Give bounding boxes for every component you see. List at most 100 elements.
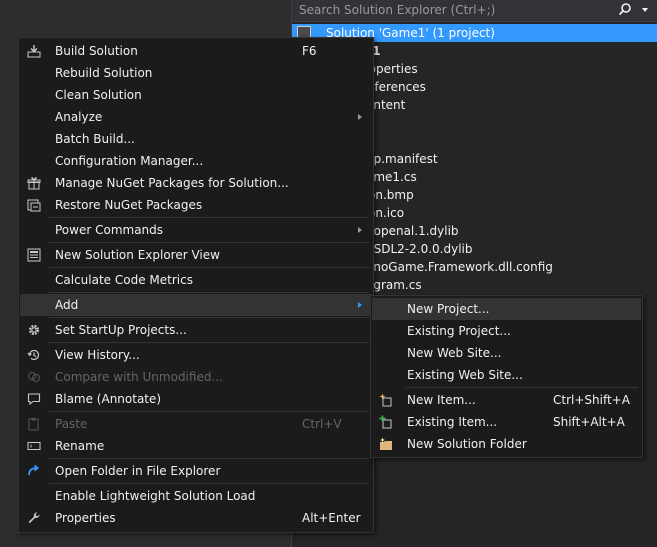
menu-item-label: Paste	[55, 417, 88, 431]
menu-item-label: New Project...	[407, 302, 490, 316]
menu-item-label: Analyze	[55, 110, 103, 124]
paste-icon	[28, 418, 39, 431]
menu-item-new-web-site[interactable]: New Web Site...	[372, 342, 641, 364]
menu-separator	[405, 387, 638, 388]
menu-item-existing-web-site[interactable]: Existing Web Site...	[372, 364, 641, 386]
submenu-arrow-icon	[358, 114, 362, 120]
menu-item-label: Set StartUp Projects...	[55, 323, 187, 337]
menu-item-lightweight-load[interactable]: Enable Lightweight Solution Load	[20, 485, 372, 507]
search-input[interactable]: Search Solution Explorer (Ctrl+;)	[299, 3, 495, 17]
menu-item-blame[interactable]: Blame (Annotate)	[20, 388, 372, 410]
menu-item-new-item[interactable]: New Item... Ctrl+Shift+A	[372, 389, 641, 411]
menu-item-build-solution[interactable]: Build Solution F6	[20, 40, 372, 62]
menu-item-label: Existing Web Site...	[407, 368, 523, 382]
menu-item-shortcut: Alt+Enter	[302, 511, 361, 525]
menu-item-view-history[interactable]: View History...	[20, 344, 372, 366]
menu-separator	[49, 267, 369, 268]
add-submenu: New Project... Existing Project... New W…	[370, 295, 643, 458]
menu-item-label: View History...	[55, 348, 140, 362]
menu-item-label: Existing Item...	[407, 415, 498, 429]
menu-item-batch-build[interactable]: Batch Build...	[20, 128, 372, 150]
menu-item-label: Manage NuGet Packages for Solution...	[55, 176, 289, 190]
menu-item-set-startup-projects[interactable]: Set StartUp Projects...	[20, 319, 372, 341]
tree-item-label: ogram.cs	[366, 278, 422, 292]
menu-item-calculate-code-metrics[interactable]: Calculate Code Metrics	[20, 269, 372, 291]
menu-item-label: Build Solution	[55, 44, 138, 58]
menu-item-label: Blame (Annotate)	[55, 392, 162, 406]
new-item-icon	[379, 393, 392, 407]
submenu-arrow-icon	[358, 227, 362, 233]
menu-separator	[49, 342, 369, 343]
restore-packages-icon	[27, 199, 41, 212]
tree-item-label: on.bmp	[368, 188, 414, 202]
menu-item-label: Add	[55, 298, 79, 312]
tree-item-label: bopenal.1.dylib	[366, 224, 459, 238]
solution-context-menu: Build Solution F6 Rebuild Solution Clean…	[18, 37, 374, 533]
menu-item-add[interactable]: Add	[20, 294, 372, 316]
menu-item-label: Compare with Unmodified...	[55, 370, 223, 384]
menu-item-new-solution-explorer-view[interactable]: New Solution Explorer View	[20, 244, 372, 266]
menu-item-label: Existing Project...	[407, 324, 511, 338]
menu-item-rename[interactable]: Rename	[20, 435, 372, 457]
menu-item-rebuild-solution[interactable]: Rebuild Solution	[20, 62, 372, 84]
comment-icon	[27, 393, 41, 406]
menu-item-shortcut: Ctrl+Shift+A	[553, 393, 630, 407]
add-existing-item-icon	[379, 415, 392, 429]
menu-separator	[49, 483, 369, 484]
menu-item-label: Rebuild Solution	[55, 66, 153, 80]
menu-item-compare-unmodified: Compare with Unmodified...	[20, 366, 372, 388]
menu-item-analyze[interactable]: Analyze	[20, 106, 372, 128]
menu-item-restore-nuget[interactable]: Restore NuGet Packages	[20, 194, 372, 216]
tree-item-label: onoGame.Framework.dll.config	[366, 260, 553, 274]
new-folder-icon	[380, 437, 392, 450]
tree-item-label: eferences	[367, 80, 426, 94]
menu-item-power-commands[interactable]: Power Commands	[20, 219, 372, 241]
menu-item-paste: Paste Ctrl+V	[20, 413, 372, 435]
gear-icon	[28, 324, 40, 336]
menu-item-label: New Web Site...	[407, 346, 502, 360]
new-view-icon	[27, 248, 41, 262]
menu-item-new-project[interactable]: New Project...	[372, 298, 641, 320]
menu-item-label: New Item...	[407, 393, 476, 407]
menu-item-label: New Solution Folder	[407, 437, 527, 451]
search-options-dropdown-icon[interactable]	[642, 8, 648, 12]
menu-item-shortcut: Shift+Alt+A	[553, 415, 625, 429]
tree-item-label: bSDL2-2.0.0.dylib	[366, 242, 473, 256]
menu-separator	[49, 217, 369, 218]
menu-item-label: Configuration Manager...	[55, 154, 204, 168]
menu-separator	[49, 242, 369, 243]
menu-item-label: Restore NuGet Packages	[55, 198, 203, 212]
menu-item-manage-nuget[interactable]: Manage NuGet Packages for Solution...	[20, 172, 372, 194]
menu-separator	[49, 317, 369, 318]
nuget-package-icon	[27, 177, 41, 190]
open-folder-arrow-icon	[28, 464, 39, 476]
menu-item-label: Rename	[55, 439, 105, 453]
menu-item-label: Batch Build...	[55, 132, 135, 146]
menu-item-existing-item[interactable]: Existing Item... Shift+Alt+A	[372, 411, 641, 433]
menu-item-label: New Solution Explorer View	[55, 248, 220, 262]
menu-item-properties[interactable]: Properties Alt+Enter	[20, 507, 372, 529]
menu-item-label: Properties	[55, 511, 116, 525]
history-icon	[27, 349, 40, 361]
menu-item-shortcut: Ctrl+V	[302, 417, 342, 431]
wrench-icon	[28, 512, 40, 523]
build-solution-icon	[27, 45, 41, 58]
menu-item-label: Open Folder in File Explorer	[55, 464, 221, 478]
menu-separator	[49, 458, 369, 459]
menu-item-configuration-manager[interactable]: Configuration Manager...	[20, 150, 372, 172]
menu-item-label: Calculate Code Metrics	[55, 273, 193, 287]
search-icon[interactable]	[618, 2, 632, 16]
menu-item-shortcut: F6	[302, 44, 317, 58]
menu-item-existing-project[interactable]: Existing Project...	[372, 320, 641, 342]
menu-item-new-solution-folder[interactable]: New Solution Folder	[372, 433, 641, 455]
solution-explorer-search[interactable]: Search Solution Explorer (Ctrl+;)	[292, 0, 657, 22]
compare-icon	[28, 372, 40, 382]
tree-item-label: pp.manifest	[366, 152, 438, 166]
submenu-arrow-icon	[358, 302, 362, 308]
menu-item-open-folder[interactable]: Open Folder in File Explorer	[20, 460, 372, 482]
menu-item-label: Power Commands	[55, 223, 164, 237]
menu-item-label: Enable Lightweight Solution Load	[55, 489, 256, 503]
menu-separator	[49, 411, 369, 412]
menu-separator	[49, 292, 369, 293]
menu-item-clean-solution[interactable]: Clean Solution	[20, 84, 372, 106]
